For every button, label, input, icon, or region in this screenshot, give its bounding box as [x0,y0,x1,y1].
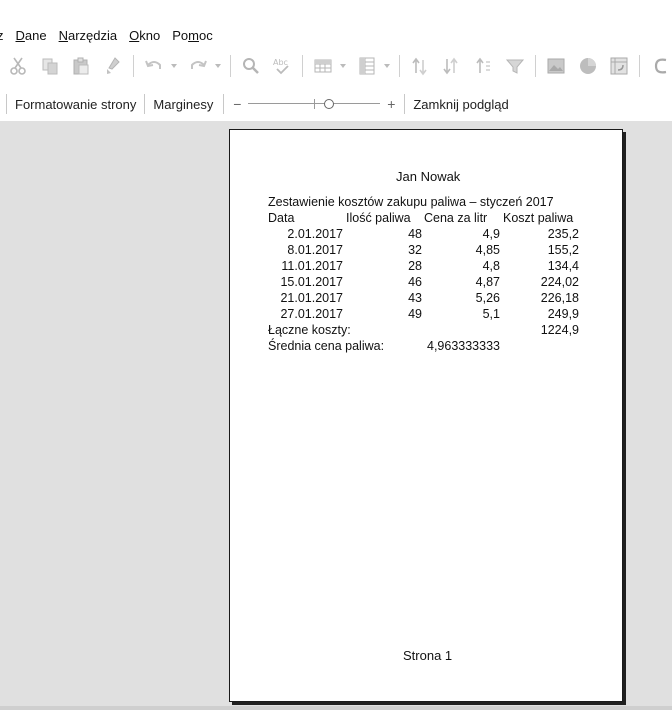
cell-date: 8.01.2017 [287,243,343,257]
menu-pomoc[interactable]: Pomoc [172,28,212,43]
menu-okno[interactable]: Okno [129,28,160,43]
margins-button[interactable]: Marginesy [151,97,215,112]
average-value: 4,963333333 [427,339,500,353]
toolbar-separator [534,55,536,77]
menu-access-key: O [129,27,140,43]
menu-partial-z[interactable]: z [0,28,4,43]
average-label: Średnia cena paliwa: [268,339,385,353]
zoom-in-button[interactable]: + [384,96,398,112]
cell-price: 4,9 [482,227,500,241]
print-preview-toolbar: Formatowanie strony Marginesy − + Zamkni… [0,90,672,118]
standard-toolbar: Abc [0,50,672,82]
menu-access-key: D [15,27,25,43]
cell-cost: 249,9 [547,307,579,321]
column-header-ilosc: Ilość paliwa [346,211,411,225]
column-header-data: Data [268,211,295,225]
cut-icon[interactable] [6,54,30,78]
cell-amount: 28 [408,259,422,273]
cell-price: 4,8 [482,259,500,273]
special-character-icon[interactable] [648,54,672,78]
page-header: Jan Nowak [396,169,461,184]
cell-amount: 49 [408,307,422,321]
row-dropdown-icon[interactable] [339,54,347,78]
cell-price: 4,85 [475,243,500,257]
preview-canvas[interactable]: Jan Nowak Zestawienie kosztów zakupu pal… [0,121,672,706]
cell-cost: 155,2 [547,243,579,257]
sort-ascending-icon[interactable] [408,54,432,78]
zoom-slider-center-tick [314,99,316,109]
cell-cost: 226,18 [540,291,579,305]
clone-formatting-icon[interactable] [101,54,125,78]
menu-dane[interactable]: Dane [16,28,47,43]
column-dropdown-icon[interactable] [383,54,391,78]
spellcheck-icon[interactable]: Abc [270,54,294,78]
zoom-out-button[interactable]: − [230,96,244,112]
status-bar-edge [0,706,672,710]
cell-date: 11.01.2017 [281,259,343,273]
menu-access-key: N [58,27,68,43]
zoom-slider[interactable] [248,99,381,109]
toolbar-separator [639,55,641,77]
toolbar-separator [302,55,304,77]
chart-icon[interactable] [576,54,600,78]
cell-amount: 43 [408,291,422,305]
toolbar-separator [223,94,225,114]
sort-descending-icon[interactable] [440,54,464,78]
menu-bar: z Dane Narzędzia Okno Pomoc [0,24,672,46]
cell-date: 21.01.2017 [280,291,343,305]
menu-access-key: m [188,27,199,43]
page-footer: Strona 1 [403,648,453,663]
cell-price: 5,26 [475,291,500,305]
row-icon[interactable] [311,54,335,78]
autofilter-icon[interactable] [503,54,527,78]
pivot-table-icon[interactable] [607,54,631,78]
cell-price: 4,87 [475,275,500,289]
toolbar-separator [229,55,231,77]
paste-icon[interactable] [70,54,94,78]
cell-cost: 235,2 [547,227,579,241]
cell-date: 2.01.2017 [287,227,343,241]
cell-date: 27.01.2017 [280,307,343,321]
cell-cost: 224,02 [540,275,579,289]
undo-icon[interactable] [142,54,166,78]
zoom-control: − + [230,96,398,112]
svg-text:Abc: Abc [273,58,288,67]
close-preview-button[interactable]: Zamknij podgląd [411,97,510,112]
format-page-button[interactable]: Formatowanie strony [13,97,138,112]
menu-narzedzia[interactable]: Narzędzia [59,28,118,43]
toolbar-separator [6,94,7,114]
sheet-title: Zestawienie kosztów zakupu paliwa – styc… [268,195,554,209]
cell-amount: 46 [408,275,422,289]
column-header-cena: Cena za litr [424,211,488,225]
zoom-slider-handle[interactable] [324,99,335,109]
toolbar-separator [398,55,400,77]
redo-dropdown-icon[interactable] [214,54,222,78]
total-value: 1224,9 [540,323,579,337]
column-icon[interactable] [355,54,379,78]
find-replace-icon[interactable] [239,54,263,78]
preview-page: Jan Nowak Zestawienie kosztów zakupu pal… [229,129,623,702]
total-label: Łączne koszty: [268,323,351,337]
toolbar-separator [144,94,146,114]
toolbar-separator [404,94,406,114]
cell-amount: 48 [408,227,422,241]
cell-amount: 32 [408,243,422,257]
column-header-koszt: Koszt paliwa [503,211,574,225]
undo-dropdown-icon[interactable] [170,54,178,78]
sort-icon[interactable] [471,54,495,78]
image-icon[interactable] [544,54,568,78]
cell-price: 5,1 [482,307,500,321]
copy-icon[interactable] [38,54,62,78]
cell-date: 15.01.2017 [280,275,343,289]
toolbar-separator [133,55,135,77]
redo-icon[interactable] [186,54,210,78]
cell-cost: 134,4 [547,259,579,273]
